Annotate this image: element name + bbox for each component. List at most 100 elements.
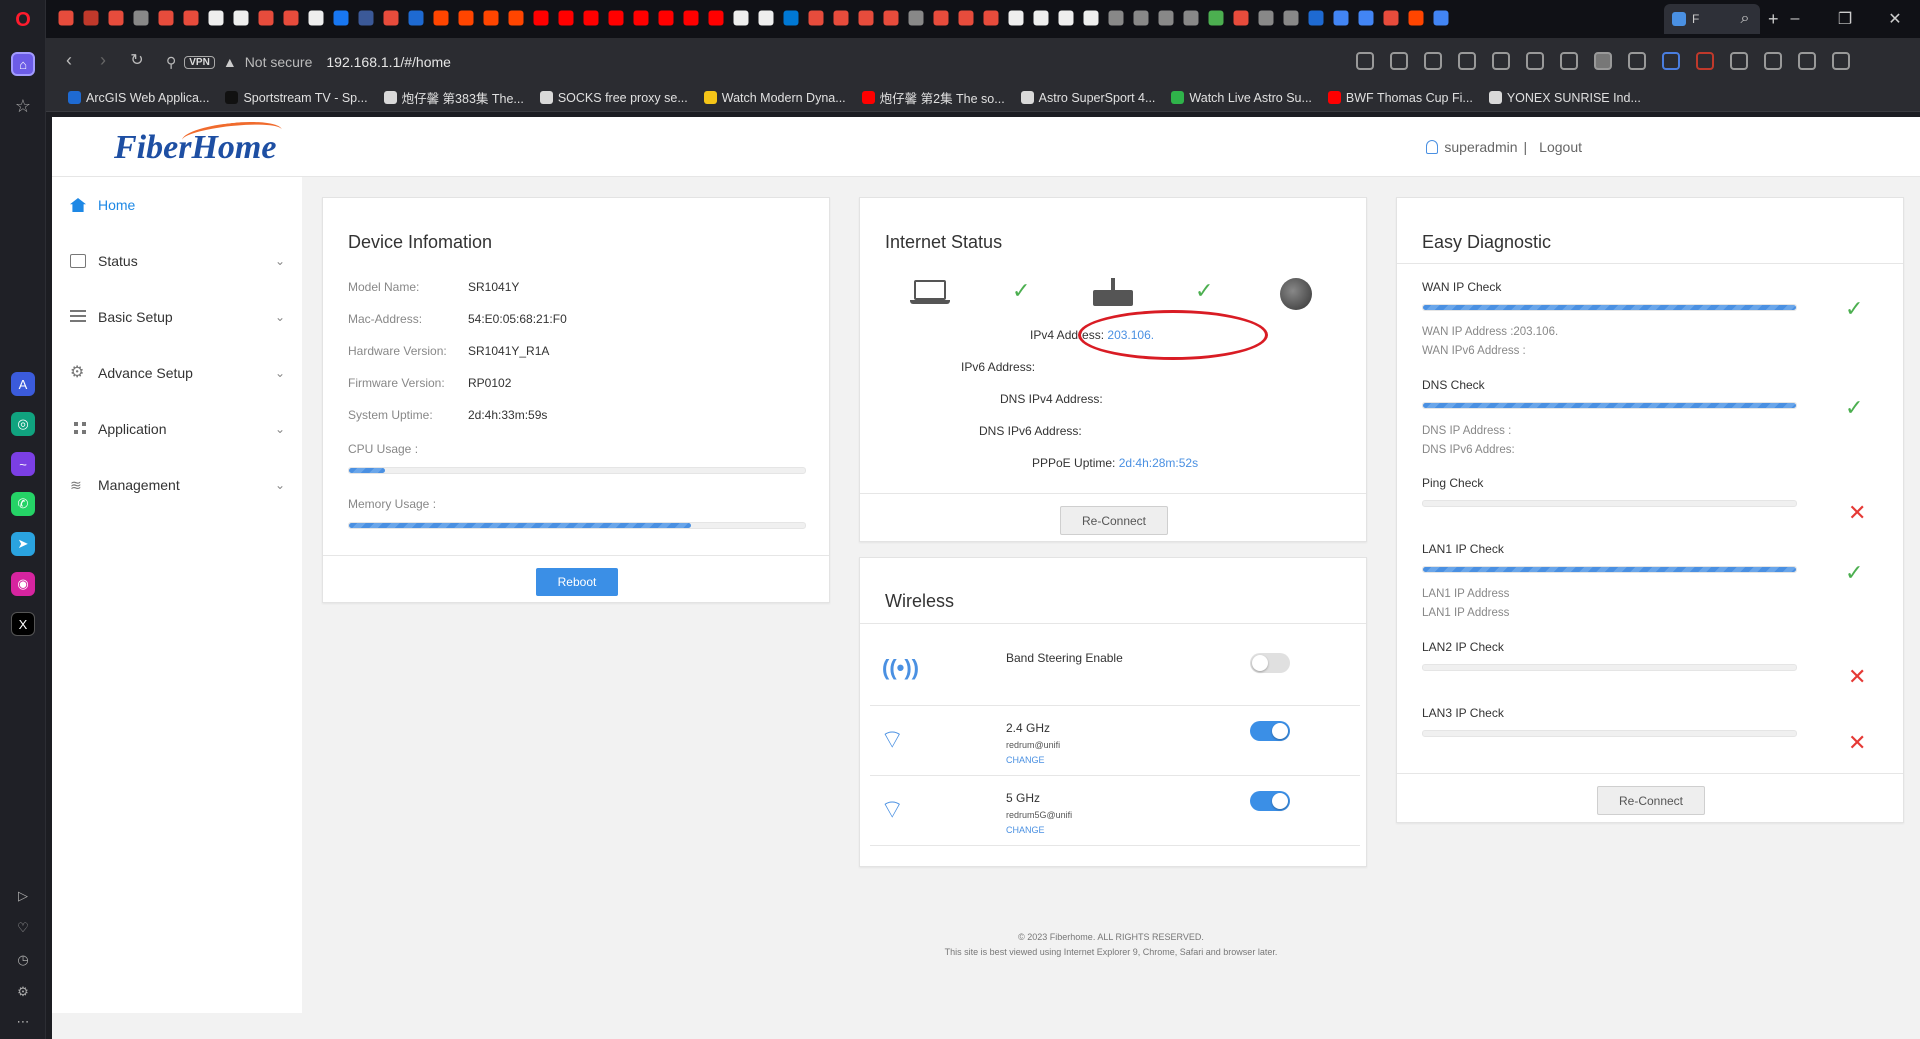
pinned-tab-icon[interactable] <box>1408 10 1424 26</box>
x-icon[interactable]: X <box>11 612 35 636</box>
pinned-tab-icon[interactable] <box>958 10 974 26</box>
pin-icon[interactable]: ☆ <box>11 94 35 118</box>
profile-icon[interactable] <box>1594 52 1612 70</box>
address-field[interactable]: ⚲ VPN ▲ Not secure 192.168.1.1/#/home <box>166 51 451 73</box>
pinned-tab-icon[interactable] <box>383 10 399 26</box>
pinned-tab-icon[interactable] <box>508 10 524 26</box>
extension-icon-5[interactable] <box>1798 52 1816 70</box>
restore-icon[interactable]: ❐ <box>1820 9 1870 29</box>
opera-logo-icon[interactable]: O <box>11 8 35 32</box>
pinned-tab-icon[interactable] <box>433 10 449 26</box>
play-icon[interactable] <box>1458 52 1476 70</box>
internet-reconnect-button[interactable]: Re-Connect <box>1060 506 1168 535</box>
translate-icon[interactable] <box>1662 52 1680 70</box>
aria-icon[interactable]: A <box>11 372 35 396</box>
history-icon[interactable]: ◷ <box>11 948 35 972</box>
chatgpt-icon[interactable]: ◎ <box>11 412 35 436</box>
close-icon[interactable]: ✕ <box>1870 9 1920 29</box>
pinned-tab-icon[interactable] <box>1158 10 1174 26</box>
pinned-tab-icon[interactable] <box>58 10 74 26</box>
bookmark-6[interactable]: Astro SuperSport 4... <box>1020 91 1155 105</box>
pinned-tab-icon[interactable] <box>858 10 874 26</box>
bookmark-8[interactable]: BWF Thomas Cup Fi... <box>1327 91 1473 105</box>
tab-favicons[interactable] <box>56 8 1451 30</box>
band-5-toggle[interactable] <box>1250 791 1290 811</box>
pinned-tab-icon[interactable] <box>258 10 274 26</box>
pinned-tab-icon[interactable] <box>208 10 224 26</box>
diagnostic-reconnect-button[interactable]: Re-Connect <box>1597 786 1705 815</box>
pinned-tab-icon[interactable] <box>1258 10 1274 26</box>
camera-icon[interactable] <box>1390 52 1408 70</box>
nav-basic-setup[interactable]: Basic Setup ⌄ <box>70 305 285 329</box>
forward-icon[interactable]: › <box>92 50 114 71</box>
messenger-icon[interactable]: ~ <box>11 452 35 476</box>
search-tabs-icon[interactable]: ⌕ <box>1720 10 1770 28</box>
pinned-tab-icon[interactable] <box>833 10 849 26</box>
pinned-tab-icon[interactable] <box>1133 10 1149 26</box>
pinned-tab-icon[interactable] <box>1208 10 1224 26</box>
reboot-button[interactable]: Reboot <box>536 568 618 596</box>
more-icon[interactable]: ⋯ <box>11 1010 35 1034</box>
extensions-icon[interactable] <box>1832 52 1850 70</box>
instagram-icon[interactable]: ◉ <box>11 572 35 596</box>
extension-icon-3[interactable] <box>1730 52 1748 70</box>
bookmark-7[interactable]: Watch Live Astro Su... <box>1171 91 1312 105</box>
heart-icon[interactable]: ♡ <box>11 916 35 940</box>
pinned-tab-icon[interactable] <box>1358 10 1374 26</box>
pinned-tab-icon[interactable] <box>683 10 699 26</box>
bookmark-9[interactable]: YONEX SUNRISE Ind... <box>1488 91 1641 105</box>
pinned-tab-icon[interactable] <box>1308 10 1324 26</box>
nav-application[interactable]: Application ⌄ <box>70 417 285 441</box>
pinned-tab-icon[interactable] <box>1033 10 1049 26</box>
reload-icon[interactable]: ↻ <box>126 50 148 70</box>
pinned-tab-icon[interactable] <box>1108 10 1124 26</box>
pinned-tab-icon[interactable] <box>1083 10 1099 26</box>
pinned-tab-icon[interactable] <box>1008 10 1024 26</box>
pinned-tab-icon[interactable] <box>1058 10 1074 26</box>
pinned-tab-icon[interactable] <box>733 10 749 26</box>
workspace-icon[interactable]: ⌂ <box>11 52 35 76</box>
pinned-tab-icon[interactable] <box>83 10 99 26</box>
pinned-tab-icon[interactable] <box>558 10 574 26</box>
pinned-tab-icon[interactable] <box>308 10 324 26</box>
logout-link[interactable]: Logout <box>1539 139 1582 155</box>
shield-icon[interactable] <box>1424 52 1442 70</box>
pinned-tab-icon[interactable] <box>233 10 249 26</box>
bookmark-2[interactable]: 炮仔馨 第383集 The... <box>383 88 524 107</box>
pinned-tab-icon[interactable] <box>183 10 199 26</box>
heart-outline-icon[interactable] <box>1492 52 1510 70</box>
pinned-tab-icon[interactable] <box>608 10 624 26</box>
pinned-tab-icon[interactable] <box>908 10 924 26</box>
bookmark-0[interactable]: ArcGIS Web Applica... <box>68 91 209 105</box>
band-24-change-link[interactable]: CHANGE <box>1006 755 1045 765</box>
pinned-tab-icon[interactable] <box>458 10 474 26</box>
pinned-tab-icon[interactable] <box>758 10 774 26</box>
pinned-tab-icon[interactable] <box>133 10 149 26</box>
pinned-tab-icon[interactable] <box>1333 10 1349 26</box>
pinned-tab-icon[interactable] <box>783 10 799 26</box>
pinned-tab-icon[interactable] <box>333 10 349 26</box>
pinned-tab-icon[interactable] <box>808 10 824 26</box>
pinned-tab-icon[interactable] <box>158 10 174 26</box>
telegram-icon[interactable]: ➤ <box>11 532 35 556</box>
pinned-tab-icon[interactable] <box>1183 10 1199 26</box>
pinned-tab-icon[interactable] <box>1283 10 1299 26</box>
bookmark-1[interactable]: Sportstream TV - Sp... <box>225 91 368 105</box>
edit-icon[interactable] <box>1356 52 1374 70</box>
extension-icon-4[interactable] <box>1764 52 1782 70</box>
player-icon[interactable]: ▷ <box>11 884 35 908</box>
pinned-tab-icon[interactable] <box>358 10 374 26</box>
pinned-tab-icon[interactable] <box>633 10 649 26</box>
pinned-tab-icon[interactable] <box>1383 10 1399 26</box>
nav-management[interactable]: ≋ Management ⌄ <box>70 473 285 497</box>
extension-icon-1[interactable] <box>1628 52 1646 70</box>
whatsapp-icon[interactable]: ✆ <box>11 492 35 516</box>
url-text[interactable]: 192.168.1.1/#/home <box>326 54 451 70</box>
pinned-tab-icon[interactable] <box>708 10 724 26</box>
vpn-badge[interactable]: VPN <box>184 55 215 69</box>
menu-icon[interactable] <box>1560 52 1578 70</box>
pinned-tab-icon[interactable] <box>283 10 299 26</box>
minimize-icon[interactable]: – <box>1770 10 1820 28</box>
site-info-icon[interactable]: ⚲ <box>166 54 176 71</box>
nav-status[interactable]: Status ⌄ <box>70 249 285 273</box>
